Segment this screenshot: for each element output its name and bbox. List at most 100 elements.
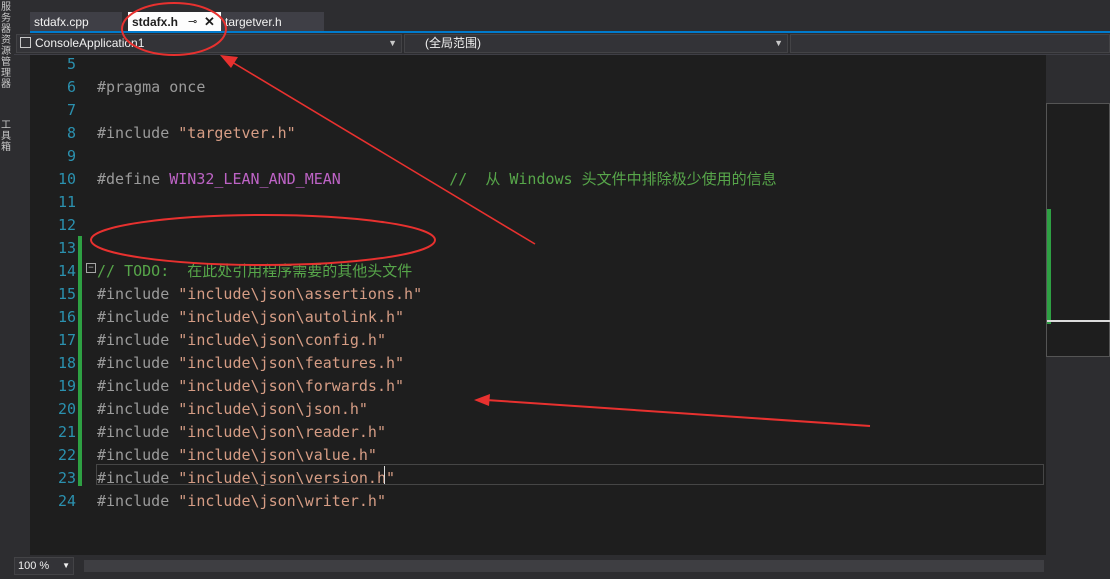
chevron-down-icon: ▼	[388, 38, 397, 48]
code-line[interactable]: 13	[30, 237, 1046, 260]
code-token: #include	[97, 354, 179, 372]
code-token: WIN32_LEAN_AND_MEAN	[169, 170, 341, 188]
code-text: // TODO: 在此处引用程序需要的其他头文件	[97, 260, 412, 283]
current-line-highlight	[96, 464, 1044, 485]
code-token: #include	[97, 124, 179, 142]
text-cursor	[384, 466, 385, 484]
tab-label: stdafx.h	[132, 15, 179, 29]
code-token: "include\json\features.h"	[178, 354, 405, 372]
code-token: "include\json\config.h"	[178, 331, 386, 349]
line-number: 7	[66, 101, 76, 119]
code-text: #pragma once	[97, 76, 205, 99]
tab-label: stdafx.cpp	[34, 15, 89, 29]
line-number: 18	[57, 354, 76, 372]
line-number: 16	[57, 308, 76, 326]
code-token: #include	[97, 423, 179, 441]
code-token: #include	[97, 446, 179, 464]
vertical-scrollbar-map[interactable]	[1046, 55, 1110, 555]
code-token: "include\json\value.h"	[178, 446, 377, 464]
code-token: #include	[97, 285, 179, 303]
line-number: 24	[57, 492, 76, 510]
code-token: "include\json\json.h"	[178, 400, 368, 418]
code-text: #include "include\json\features.h"	[97, 352, 404, 375]
code-text: #include "include\json\forwards.h"	[97, 375, 404, 398]
code-line[interactable]: 7	[30, 99, 1046, 122]
code-line[interactable]: 24 #include "include\json\writer.h"	[30, 490, 1046, 513]
scope-dropdown-value: (全局范围)	[425, 36, 481, 50]
code-token: #include	[97, 308, 179, 326]
line-number: 19	[57, 377, 76, 395]
code-token: #define	[97, 170, 170, 188]
code-line[interactable]: 11	[30, 191, 1046, 214]
code-line[interactable]: 16 #include "include\json\autolink.h"	[30, 306, 1046, 329]
chevron-down-icon: ▼	[774, 38, 783, 48]
editor-bottom-bar: 100 % ▼	[14, 555, 1110, 579]
code-token: "include\json\reader.h"	[178, 423, 386, 441]
zoom-dropdown[interactable]: 100 % ▼	[14, 557, 74, 575]
code-line[interactable]: 21 #include "include\json\reader.h"	[30, 421, 1046, 444]
code-token: #include	[97, 377, 179, 395]
code-editor[interactable]: 5 6 #pragma once 7 8 #include "targetver.h" 9 1…	[30, 55, 1046, 555]
line-number: 21	[57, 423, 76, 441]
code-text: #include "include\json\json.h"	[97, 398, 368, 421]
code-token: "include\json\assertions.h"	[178, 285, 423, 303]
code-text: #include "targetver.h"	[97, 122, 296, 145]
line-number: 17	[57, 331, 76, 349]
code-token: #pragma once	[97, 78, 206, 96]
line-number: 20	[57, 400, 76, 418]
collapse-icon[interactable]: −	[86, 263, 96, 273]
line-number: 15	[57, 285, 76, 303]
toolbox-tab[interactable]: 工具箱	[1, 120, 13, 153]
left-tool-strip: 服务器资源管理器 工具箱	[0, 0, 14, 579]
code-line[interactable]: 19 #include "include\json\forwards.h"	[30, 375, 1046, 398]
code-line[interactable]: 10 #define WIN32_LEAN_AND_MEAN // 从 Windo…	[30, 168, 1046, 191]
document-tab-strip: stdafx.cpp stdafx.h ⊸ ✕ targetver.h	[30, 10, 1110, 32]
code-token: // 从 Windows 头文件中排除极少使用的信息	[449, 170, 777, 188]
code-line[interactable]: 18 #include "include\json\features.h"	[30, 352, 1046, 375]
code-text: #include "include\json\assertions.h"	[97, 283, 422, 306]
line-number: 10	[57, 170, 76, 188]
code-token: "targetver.h"	[178, 124, 296, 142]
code-line[interactable]: 17 #include "include\json\config.h"	[30, 329, 1046, 352]
code-line[interactable]: 5	[30, 53, 1046, 76]
code-token: // TODO: 在此处引用程序需要的其他头文件	[97, 262, 413, 280]
tab-targetver-h[interactable]: targetver.h	[221, 12, 324, 32]
code-line[interactable]: 14 // TODO: 在此处引用程序需要的其他头文件	[30, 260, 1046, 283]
code-text: #define WIN32_LEAN_AND_MEAN // 从 Windows…	[97, 168, 777, 191]
line-number: 5	[66, 55, 76, 73]
code-line[interactable]: 6 #pragma once	[30, 76, 1046, 99]
line-number: 12	[57, 216, 76, 234]
code-token: #include	[97, 400, 179, 418]
chevron-down-icon: ▼	[62, 561, 70, 570]
tab-label: targetver.h	[225, 15, 282, 29]
code-token: "include\json\forwards.h"	[178, 377, 405, 395]
code-line[interactable]: 15 #include "include\json\assertions.h"	[30, 283, 1046, 306]
project-icon	[20, 37, 31, 48]
line-number: 8	[66, 124, 76, 142]
line-number: 13	[57, 239, 76, 257]
close-icon[interactable]: ✕	[204, 12, 215, 32]
tab-stdafx-h[interactable]: stdafx.h ⊸ ✕	[128, 12, 221, 32]
code-line[interactable]: 9	[30, 145, 1046, 168]
server-explorer-tab[interactable]: 服务器资源管理器	[1, 2, 13, 90]
project-dropdown[interactable]: ConsoleApplication1 ▼	[16, 34, 402, 53]
scope-dropdown[interactable]: (全局范围) ▼	[404, 34, 788, 53]
tab-stdafx-cpp[interactable]: stdafx.cpp	[30, 12, 122, 32]
code-token: #include	[97, 331, 179, 349]
code-line[interactable]: 12	[30, 214, 1046, 237]
minimap-viewport[interactable]	[1046, 103, 1110, 357]
member-dropdown[interactable]	[790, 34, 1110, 53]
horizontal-scrollbar[interactable]	[84, 560, 1044, 572]
line-number: 9	[66, 147, 76, 165]
code-text: #include "include\json\config.h"	[97, 329, 386, 352]
navigation-bar: ConsoleApplication1 ▼ (全局范围) ▼	[14, 33, 1110, 55]
code-token: #include	[97, 492, 179, 510]
code-line[interactable]: 8 #include "targetver.h"	[30, 122, 1046, 145]
code-text: #include "include\json\autolink.h"	[97, 306, 404, 329]
code-token: "include\json\writer.h"	[178, 492, 386, 510]
code-text: #include "include\json\writer.h"	[97, 490, 386, 513]
pin-icon[interactable]: ⊸	[188, 12, 197, 32]
line-number: 11	[57, 193, 76, 211]
code-line[interactable]: 20 #include "include\json\json.h"	[30, 398, 1046, 421]
